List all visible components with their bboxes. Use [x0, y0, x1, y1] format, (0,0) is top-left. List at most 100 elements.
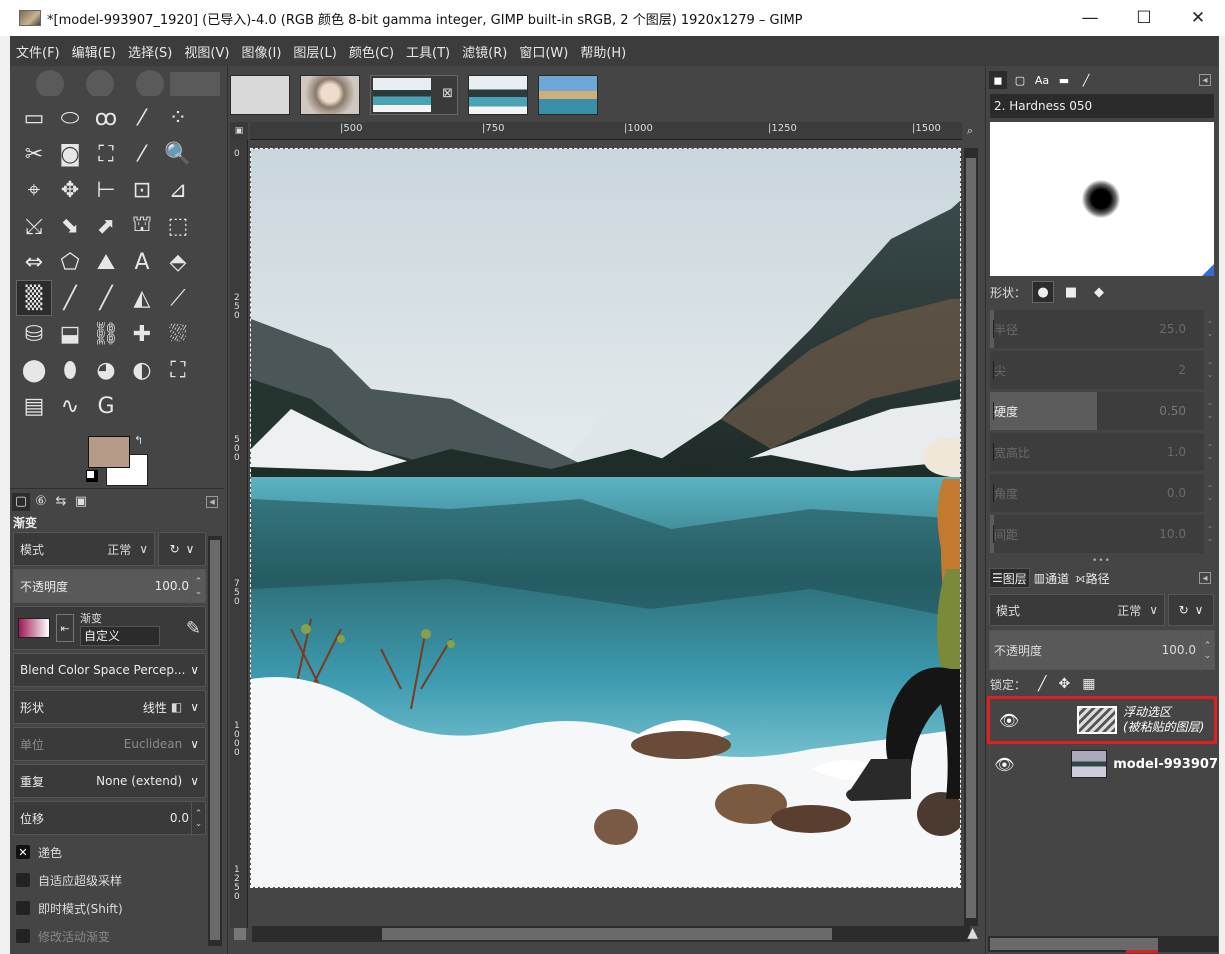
brush-ratio-slider[interactable]: 尖 2 ⌃ ⌄ — [990, 351, 1213, 389]
eye-icon[interactable]: 👁 — [988, 755, 1021, 774]
gegl-operation-tool-icon[interactable]: G — [88, 388, 124, 424]
bucket-fill-tool-icon[interactable]: ⬘ — [160, 244, 196, 280]
metric-combo[interactable]: 单位 Euclidean ∨ — [13, 727, 206, 761]
brush-size-slider[interactable]: 半径 25.0 ⌃ ⌄ — [990, 310, 1213, 348]
menu-windows[interactable]: 窗口(W) — [519, 42, 568, 61]
align-tool-icon[interactable]: ⊢ — [88, 172, 124, 208]
horizontal-ruler[interactable]: |500 |750 |1000 |1250 |1500 — [250, 122, 962, 140]
gradient-tool-icon[interactable]: ▒ — [16, 280, 52, 316]
image-tab-portrait[interactable] — [300, 75, 360, 115]
opacity-spinner[interactable]: ⌃ ⌄ — [191, 570, 205, 604]
mode-combo[interactable]: 模式 正常 ∨ — [13, 532, 155, 566]
menu-file[interactable]: 文件(F) — [16, 42, 60, 61]
rect-select-tool-icon[interactable]: ▭ — [16, 100, 52, 136]
layer-name[interactable]: 浮动选区 (被粘贴的图层) — [1123, 705, 1204, 735]
gradient-swatch[interactable] — [18, 618, 50, 638]
paintbrush-tool-icon[interactable]: ╱ — [88, 280, 124, 316]
menu-select[interactable]: 选择(S) — [128, 42, 172, 61]
slider-spinner[interactable]: ⌃ ⌄ — [1204, 433, 1216, 471]
color-picker-tool-icon[interactable]: ⁄ — [124, 136, 160, 172]
circle-shape-icon[interactable]: ● — [1032, 281, 1055, 303]
layer-opacity-spinner[interactable]: ⌃ ⌄ — [1200, 631, 1214, 671]
canvas-vertical-scrollbar[interactable] — [964, 148, 978, 926]
layers-horizontal-scrollbar[interactable] — [988, 936, 1218, 953]
mypaint-brush-tool-icon[interactable]: ⬓ — [52, 316, 88, 352]
by-color-select-tool-icon[interactable]: ⁘ — [160, 100, 196, 136]
move-tool-icon[interactable]: ✥ — [52, 172, 88, 208]
tab-patterns-icon[interactable]: ▢ — [1011, 71, 1029, 89]
perspective-clone-tool-icon[interactable]: ⛆ — [160, 316, 196, 352]
lock-pixels-icon[interactable]: ╱ — [1038, 676, 1046, 692]
layer-mode-reset-button[interactable]: ↻ ∨ — [1168, 594, 1214, 626]
gradient-name-field[interactable]: 自定义 — [80, 626, 160, 646]
airbrush-tool-icon[interactable]: ⟋ — [160, 280, 196, 316]
brush-preview[interactable] — [990, 122, 1214, 276]
opacity-slider[interactable]: 不透明度 100.0 ⌃ ⌄ — [13, 569, 206, 604]
menu-help[interactable]: 帮助(H) — [580, 42, 626, 61]
menu-filters[interactable]: 滤镜(R) — [462, 42, 507, 61]
image-canvas[interactable] — [250, 148, 961, 888]
tab-brushes-icon[interactable]: ◼ — [989, 71, 1007, 89]
slider-spinner[interactable]: ⌃ ⌄ — [1204, 310, 1216, 348]
fuzzy-select-tool-icon[interactable]: ⁄ — [124, 100, 160, 136]
blend-space-combo[interactable]: Blend Color Space Percep... ∨ — [13, 653, 206, 687]
unified-transform-tool-icon[interactable]: ⊿ — [160, 172, 196, 208]
tool-options-scrollbar[interactable] — [208, 536, 222, 946]
cage-transform-tool-icon[interactable]: ⬠ — [52, 244, 88, 280]
menu-edit[interactable]: 编辑(E) — [72, 42, 116, 61]
curves-tool-icon[interactable]: ∿ — [52, 388, 88, 424]
dock-resize-grip[interactable]: ••• — [1092, 556, 1111, 566]
levels-tool-icon[interactable]: ⛶ — [160, 352, 196, 388]
free-select-tool-icon[interactable]: ꝏ — [88, 100, 124, 136]
histogram-tool-icon[interactable]: ▤ — [16, 388, 52, 424]
panel-menu-icon[interactable]: ◂ — [1199, 572, 1211, 584]
minimize-button[interactable]: — — [1063, 0, 1117, 36]
ellipse-select-tool-icon[interactable]: ⬭ — [52, 100, 88, 136]
warp-transform-tool-icon[interactable]: ⛰ — [88, 244, 124, 280]
crop-tool-icon[interactable]: ⊡ — [124, 172, 160, 208]
menu-tools[interactable]: 工具(T) — [406, 42, 450, 61]
instant-mode-checkbox[interactable]: 即时模式(Shift) — [10, 894, 224, 922]
eye-icon[interactable]: 👁 — [991, 711, 1027, 730]
smudge-tool-icon[interactable]: ⬮ — [52, 352, 88, 388]
square-shape-icon[interactable]: ■ — [1060, 281, 1082, 303]
vertical-ruler[interactable]: 0 250 500 750 1000 1250 — [230, 140, 248, 928]
measure-tool-icon[interactable]: ⌖ — [16, 172, 52, 208]
tab-tool-options[interactable]: ▢ — [12, 492, 30, 511]
repeat-combo[interactable]: 重复 None (extend) ∨ — [13, 764, 206, 798]
zoom-tool-icon[interactable]: 🔍 — [160, 136, 196, 172]
scrollbar-thumb[interactable] — [990, 938, 1158, 950]
brush-aspect-slider[interactable]: 宽高比 1.0 ⌃ ⌄ — [990, 433, 1213, 471]
adaptive-supersampling-checkbox[interactable]: 自适应超级采样 — [10, 866, 224, 894]
shape-combo[interactable]: 形状 线性 ◧ ∨ — [13, 690, 206, 724]
edit-gradient-icon[interactable]: ✎ — [186, 618, 201, 639]
diamond-shape-icon[interactable]: ◆ — [1088, 281, 1110, 303]
dodge-burn-tool-icon[interactable]: ◕ — [88, 352, 124, 388]
panel-menu-icon[interactable]: ◂ — [206, 495, 218, 508]
menu-image[interactable]: 图像(I) — [241, 42, 281, 61]
tab-device-status[interactable]: ⑥ — [32, 493, 50, 511]
threshold-tool-icon[interactable]: ◐ — [124, 352, 160, 388]
slider-spinner[interactable]: ⌃ ⌄ — [1204, 515, 1216, 553]
default-colors-icon[interactable] — [86, 470, 98, 482]
offset-slider[interactable]: 位移 0.0 ⌃ ⌄ — [13, 801, 206, 836]
heal-tool-icon[interactable]: ✚ — [124, 316, 160, 352]
ink-tool-icon[interactable]: ⛁ — [16, 316, 52, 352]
zoom-to-fit-icon[interactable]: ⌕ — [962, 122, 978, 140]
tab-fonts-icon[interactable]: Aa — [1033, 71, 1051, 89]
slider-spinner[interactable]: ⌃ ⌄ — [1204, 474, 1216, 512]
scrollbar-thumb[interactable] — [210, 540, 220, 940]
menu-colors[interactable]: 颜色(C) — [349, 42, 394, 61]
foreground-select-tool-icon[interactable]: ◙ — [52, 136, 88, 172]
flip-tool-icon[interactable]: ⇔ — [16, 244, 52, 280]
clone-tool-icon[interactable]: ⛓ — [88, 316, 124, 352]
rotate-tool-icon[interactable]: ⤩ — [16, 208, 52, 244]
shear-tool-icon[interactable]: ⬈ — [88, 208, 124, 244]
layer-name[interactable]: model-993907 — [1113, 757, 1218, 772]
tab-paths[interactable]: ⟗ 路径 — [1073, 568, 1112, 588]
tab-paint-dynamics-icon[interactable]: ╱ — [1077, 71, 1095, 89]
offset-spinner[interactable]: ⌃ ⌄ — [191, 802, 205, 836]
slider-spinner[interactable]: ⌃ ⌄ — [1204, 392, 1216, 430]
swap-colors-icon[interactable]: ↰ — [134, 434, 143, 447]
maximize-button[interactable]: ☐ — [1117, 0, 1171, 36]
